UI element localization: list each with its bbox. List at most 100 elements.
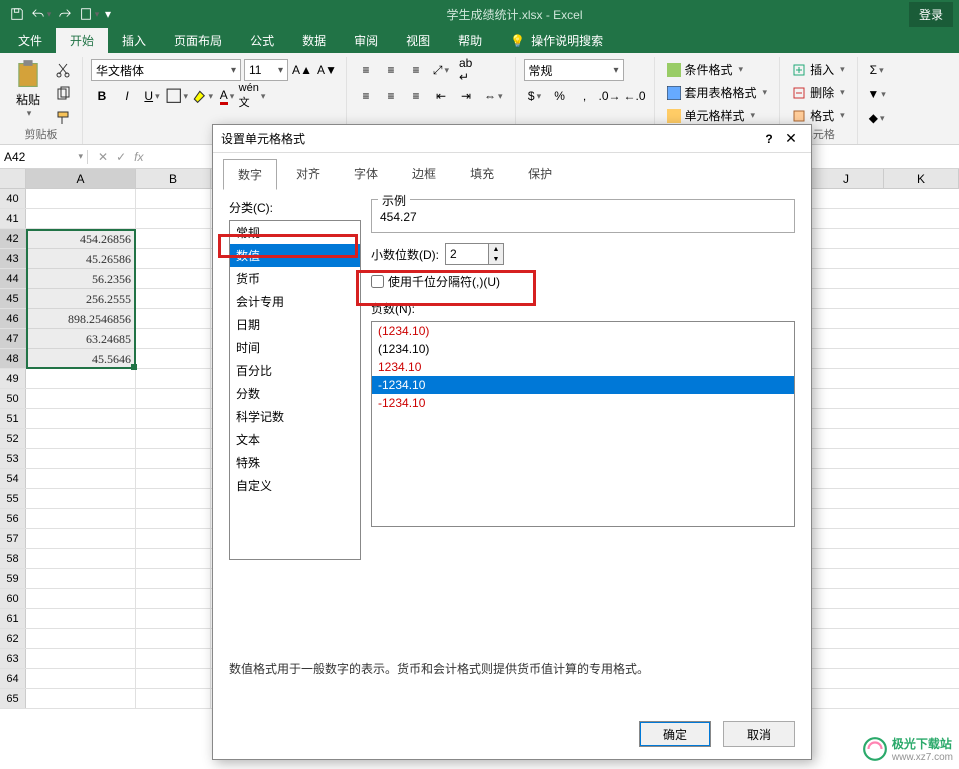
qat-customize-icon[interactable]: ▾ xyxy=(102,3,114,25)
row-header[interactable]: 44 xyxy=(0,269,26,288)
format-cells-button[interactable]: 格式▾ xyxy=(788,105,849,126)
category-item[interactable]: 时间 xyxy=(230,336,360,359)
align-top-icon[interactable]: ≡ xyxy=(355,59,377,81)
save-icon[interactable] xyxy=(6,3,28,25)
tell-me[interactable]: 💡操作说明搜索 xyxy=(496,28,617,53)
clear-icon[interactable]: ◆▾ xyxy=(866,107,888,129)
col-header-A[interactable]: A xyxy=(26,169,136,188)
cell[interactable] xyxy=(26,389,136,408)
underline-button[interactable]: U▾ xyxy=(141,85,163,107)
category-item[interactable]: 百分比 xyxy=(230,359,360,382)
cell[interactable] xyxy=(26,649,136,668)
close-icon[interactable]: ✕ xyxy=(779,130,803,147)
cell[interactable] xyxy=(26,469,136,488)
row-header[interactable]: 65 xyxy=(0,689,26,708)
negative-item[interactable]: (1234.10) xyxy=(372,340,794,358)
cell[interactable]: 898.2546856 xyxy=(26,309,136,328)
cell[interactable] xyxy=(26,589,136,608)
cell[interactable]: 45.5646 xyxy=(26,349,136,368)
help-icon[interactable]: ? xyxy=(759,132,779,146)
row-header[interactable]: 57 xyxy=(0,529,26,548)
row-header[interactable]: 43 xyxy=(0,249,26,268)
row-header[interactable]: 55 xyxy=(0,489,26,508)
cancel-formula-icon[interactable]: ✕ xyxy=(98,150,108,164)
number-format-select[interactable]: 常规 xyxy=(524,59,624,81)
cut-icon[interactable] xyxy=(52,59,74,81)
align-right-icon[interactable]: ≡ xyxy=(405,85,427,107)
cell[interactable]: 454.26856 xyxy=(26,229,136,248)
col-header-J[interactable]: J xyxy=(809,169,884,188)
tab-view[interactable]: 视图 xyxy=(392,28,444,53)
cell[interactable] xyxy=(136,529,211,548)
row-header[interactable]: 52 xyxy=(0,429,26,448)
row-header[interactable]: 59 xyxy=(0,569,26,588)
cell[interactable] xyxy=(136,469,211,488)
category-item[interactable]: 数值 xyxy=(230,244,360,267)
login-button[interactable]: 登录 xyxy=(909,2,953,27)
dlg-tab-font[interactable]: 字体 xyxy=(339,158,393,189)
align-left-icon[interactable]: ≡ xyxy=(355,85,377,107)
tab-review[interactable]: 审阅 xyxy=(340,28,392,53)
row-header[interactable]: 62 xyxy=(0,629,26,648)
cell[interactable] xyxy=(26,669,136,688)
dlg-tab-number[interactable]: 数字 xyxy=(223,159,277,190)
cell[interactable] xyxy=(136,629,211,648)
tab-home[interactable]: 开始 xyxy=(56,28,108,53)
align-middle-icon[interactable]: ≡ xyxy=(380,59,402,81)
dlg-tab-align[interactable]: 对齐 xyxy=(281,158,335,189)
cell[interactable] xyxy=(26,369,136,388)
wrap-text-icon[interactable]: ab↵ xyxy=(455,59,476,81)
cell[interactable] xyxy=(136,409,211,428)
category-list[interactable]: 常规数值货币会计专用日期时间百分比分数科学记数文本特殊自定义 xyxy=(229,220,361,560)
cell[interactable] xyxy=(26,409,136,428)
row-header[interactable]: 46 xyxy=(0,309,26,328)
cell[interactable] xyxy=(136,389,211,408)
cell-styles-button[interactable]: 单元格样式▾ xyxy=(663,105,772,126)
category-item[interactable]: 科学记数 xyxy=(230,405,360,428)
cancel-button[interactable]: 取消 xyxy=(723,721,795,747)
cell[interactable] xyxy=(136,289,211,308)
cell[interactable] xyxy=(136,569,211,588)
cell[interactable] xyxy=(136,509,211,528)
decrease-font-icon[interactable]: A▼ xyxy=(316,59,338,81)
autosum-icon[interactable]: Σ▾ xyxy=(866,59,888,81)
cell[interactable] xyxy=(26,529,136,548)
row-header[interactable]: 54 xyxy=(0,469,26,488)
row-header[interactable]: 45 xyxy=(0,289,26,308)
font-size-select[interactable]: 11 xyxy=(244,59,288,81)
category-item[interactable]: 常规 xyxy=(230,221,360,244)
negative-item[interactable]: -1234.10 xyxy=(372,376,794,394)
cell[interactable] xyxy=(136,369,211,388)
undo-icon[interactable]: ▾ xyxy=(30,3,52,25)
cell[interactable]: 63.24685 xyxy=(26,329,136,348)
cell[interactable] xyxy=(26,209,136,228)
inc-decimal-icon[interactable]: .0→ xyxy=(599,85,621,107)
dialog-titlebar[interactable]: 设置单元格格式 ? ✕ xyxy=(213,125,811,153)
align-bottom-icon[interactable]: ≡ xyxy=(405,59,427,81)
indent-inc-icon[interactable]: ⇥ xyxy=(455,85,477,107)
category-item[interactable]: 会计专用 xyxy=(230,290,360,313)
spin-down-icon[interactable]: ▼ xyxy=(489,254,503,264)
negative-item[interactable]: -1234.10 xyxy=(372,394,794,412)
cell[interactable]: 256.2555 xyxy=(26,289,136,308)
cell[interactable] xyxy=(136,489,211,508)
paste-button[interactable]: 粘贴▾ xyxy=(8,59,48,130)
cell[interactable] xyxy=(26,549,136,568)
decimals-input[interactable] xyxy=(446,244,488,264)
negative-item[interactable]: (1234.10) xyxy=(372,322,794,340)
percent-icon[interactable]: % xyxy=(549,85,571,107)
dec-decimal-icon[interactable]: ←.0 xyxy=(624,85,646,107)
cell[interactable] xyxy=(136,449,211,468)
currency-icon[interactable]: $▾ xyxy=(524,85,546,107)
enter-formula-icon[interactable]: ✓ xyxy=(116,150,126,164)
font-name-select[interactable]: 华文楷体 xyxy=(91,59,241,81)
cell[interactable] xyxy=(136,349,211,368)
row-header[interactable]: 42 xyxy=(0,229,26,248)
select-all-corner[interactable] xyxy=(0,169,26,188)
category-item[interactable]: 分数 xyxy=(230,382,360,405)
italic-button[interactable]: I xyxy=(116,85,138,107)
dlg-tab-border[interactable]: 边框 xyxy=(397,158,451,189)
cell[interactable]: 45.26586 xyxy=(26,249,136,268)
row-header[interactable]: 63 xyxy=(0,649,26,668)
cell[interactable] xyxy=(136,649,211,668)
